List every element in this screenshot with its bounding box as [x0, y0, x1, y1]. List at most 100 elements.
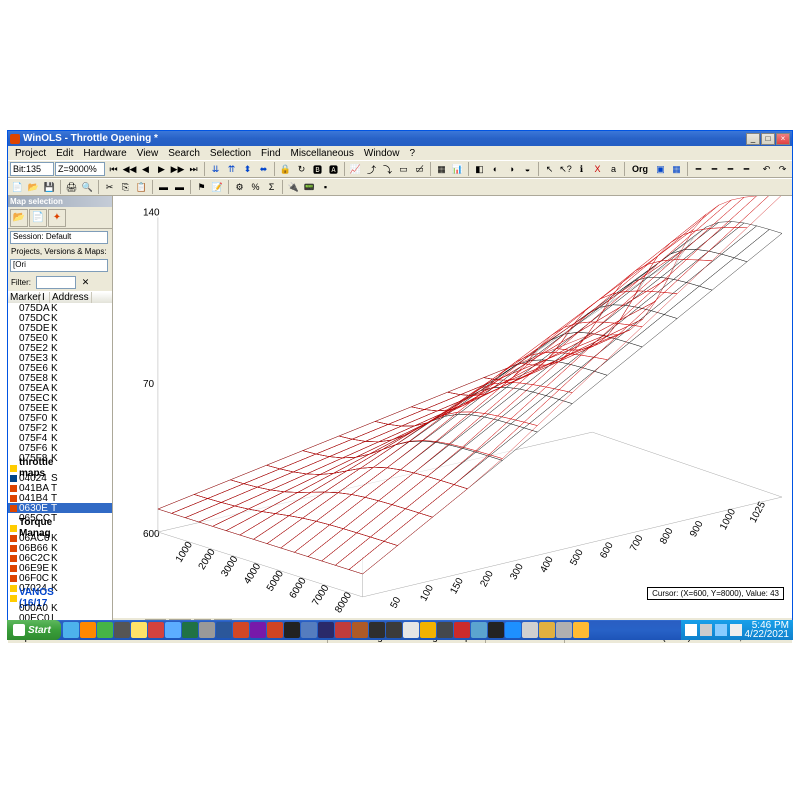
line1-icon[interactable]: ━	[691, 162, 706, 177]
chart-icon[interactable]: 📊	[450, 162, 465, 177]
taskbar-app-4[interactable]	[131, 622, 147, 638]
taskbar-app-29[interactable]	[556, 622, 572, 638]
tree-item[interactable]: 075E0K	[8, 333, 112, 343]
tree-item[interactable]: 06C2CK	[8, 553, 112, 563]
taskbar-app-21[interactable]	[420, 622, 436, 638]
tree-item[interactable]: 0630ET	[8, 503, 112, 513]
checksum-icon[interactable]: Σ	[264, 180, 279, 195]
mark-dn-icon[interactable]: ⤵	[380, 162, 395, 177]
taskbar-app-10[interactable]	[233, 622, 249, 638]
chart-3d-view[interactable]: 140 70 600 10002000300040005000600070008…	[113, 196, 792, 618]
tree-item[interactable]: 075F0K	[8, 413, 112, 423]
start-button[interactable]: Start	[7, 620, 61, 640]
speaker-icon[interactable]	[730, 624, 742, 636]
hw3-icon[interactable]: ▪	[318, 180, 333, 195]
taskbar-app-0[interactable]	[63, 622, 79, 638]
redo-icon[interactable]: ↷	[775, 162, 790, 177]
save-icon[interactable]: 💾	[42, 180, 57, 195]
tree-item[interactable]: VANOS (16/17	[8, 593, 112, 603]
taskbar-app-3[interactable]	[114, 622, 130, 638]
tree-item[interactable]: throttle maps	[8, 463, 112, 473]
tree-item[interactable]: 075F4K	[8, 433, 112, 443]
refresh-icon[interactable]: ↻	[294, 162, 309, 177]
taskbar-app-23[interactable]	[454, 622, 470, 638]
nav-fwd-icon[interactable]: ▶▶	[170, 162, 185, 177]
tree-item[interactable]: 075DAK	[8, 303, 112, 313]
percent-icon[interactable]: %	[248, 180, 263, 195]
menu-view[interactable]: View	[132, 148, 164, 159]
menu-project[interactable]: Project	[10, 148, 51, 159]
taskbar-app-5[interactable]	[148, 622, 164, 638]
taskbar-app-7[interactable]	[182, 622, 198, 638]
taskbar-app-6[interactable]	[165, 622, 181, 638]
taskbar-app-22[interactable]	[437, 622, 453, 638]
chip-icon[interactable]: ▬	[156, 180, 171, 195]
slope-icon[interactable]: 📈	[348, 162, 363, 177]
taskbar-app-19[interactable]	[386, 622, 402, 638]
split-up-icon[interactable]: ⬍	[240, 162, 255, 177]
menu-find[interactable]: Find	[256, 148, 285, 159]
mark-up-icon[interactable]: ⤴	[364, 162, 379, 177]
map-tree[interactable]: 075DAK075DCK075DEK075E0K075E2K075E3K075E…	[8, 303, 112, 631]
taskbar-app-28[interactable]	[539, 622, 555, 638]
taskbar-app-20[interactable]	[403, 622, 419, 638]
view-right-icon[interactable]: ◑	[504, 162, 519, 177]
lock-icon[interactable]: 🔒	[278, 162, 293, 177]
tray-icon-3[interactable]	[715, 624, 727, 636]
tree-item[interactable]: 06AC0K	[8, 533, 112, 543]
note-icon[interactable]: 📝	[210, 180, 225, 195]
taskbar-app-18[interactable]	[369, 622, 385, 638]
arrows-dn-icon[interactable]: ⇊	[208, 162, 223, 177]
tree-item[interactable]: 075E8K	[8, 373, 112, 383]
taskbar-app-13[interactable]	[284, 622, 300, 638]
tree-item[interactable]: Torque Manag	[8, 523, 112, 533]
nav-prev-icon[interactable]: ◀◀	[122, 162, 137, 177]
close-button[interactable]: ×	[776, 133, 790, 145]
taskbar-app-26[interactable]	[505, 622, 521, 638]
chip2-icon[interactable]: ▬	[172, 180, 187, 195]
menu-?[interactable]: ?	[404, 148, 420, 159]
taskbar-app-11[interactable]	[250, 622, 266, 638]
org-button[interactable]: Org	[628, 162, 652, 177]
tray-clock[interactable]: 5:46 PM 4/22/2021	[745, 621, 790, 639]
menu-edit[interactable]: Edit	[51, 148, 78, 159]
view-top-icon[interactable]: ◒	[520, 162, 535, 177]
cursor-q-icon[interactable]: ↖?	[558, 162, 573, 177]
nav-first-icon[interactable]: ⏮	[106, 162, 121, 177]
tree-item[interactable]: 075E2K	[8, 343, 112, 353]
taskbar-app-24[interactable]	[471, 622, 487, 638]
axis-x-icon[interactable]: X	[590, 162, 605, 177]
preview-icon[interactable]: 🔍	[80, 180, 95, 195]
hw2-icon[interactable]: 📟	[302, 180, 317, 195]
nav-last-icon[interactable]: ⏭	[186, 162, 201, 177]
taskbar-app-2[interactable]	[97, 622, 113, 638]
titlebar[interactable]: WinOLS - Throttle Opening * _ □ ×	[8, 131, 792, 146]
tree-item[interactable]: 075DEK	[8, 323, 112, 333]
tree-item[interactable]: 075F6K	[8, 443, 112, 453]
zoom-field[interactable]	[55, 162, 105, 176]
print-icon[interactable]: 🖨	[64, 180, 79, 195]
bit-field[interactable]	[10, 162, 54, 176]
tree-item[interactable]: 04024S	[8, 473, 112, 483]
tool-a-icon[interactable]: 🅰	[326, 162, 341, 177]
tray-icon-2[interactable]	[700, 624, 712, 636]
tree-item[interactable]: 075DCK	[8, 313, 112, 323]
tool-b-icon[interactable]: 🅱	[310, 162, 325, 177]
line3-icon[interactable]: ━	[723, 162, 738, 177]
axis-a-icon[interactable]: a	[606, 162, 621, 177]
menu-hardware[interactable]: Hardware	[78, 148, 131, 159]
split-dn-icon[interactable]: ⬌	[256, 162, 271, 177]
undo-icon[interactable]: ↶	[759, 162, 774, 177]
taskbar-app-14[interactable]	[301, 622, 317, 638]
filter-input[interactable]	[36, 276, 76, 289]
tree-item[interactable]: 075F2K	[8, 423, 112, 433]
taskbar-app-9[interactable]	[216, 622, 232, 638]
taskbar-app-1[interactable]	[80, 622, 96, 638]
tray-icon-1[interactable]	[685, 624, 697, 636]
system-tray[interactable]: 5:46 PM 4/22/2021	[681, 620, 794, 640]
gear-icon[interactable]: ⚙	[232, 180, 247, 195]
taskbar-app-30[interactable]	[573, 622, 589, 638]
open-icon[interactable]: 📂	[26, 180, 41, 195]
win-new-icon[interactable]: ▣	[653, 162, 668, 177]
projects-select[interactable]: [Ori	[10, 259, 108, 272]
